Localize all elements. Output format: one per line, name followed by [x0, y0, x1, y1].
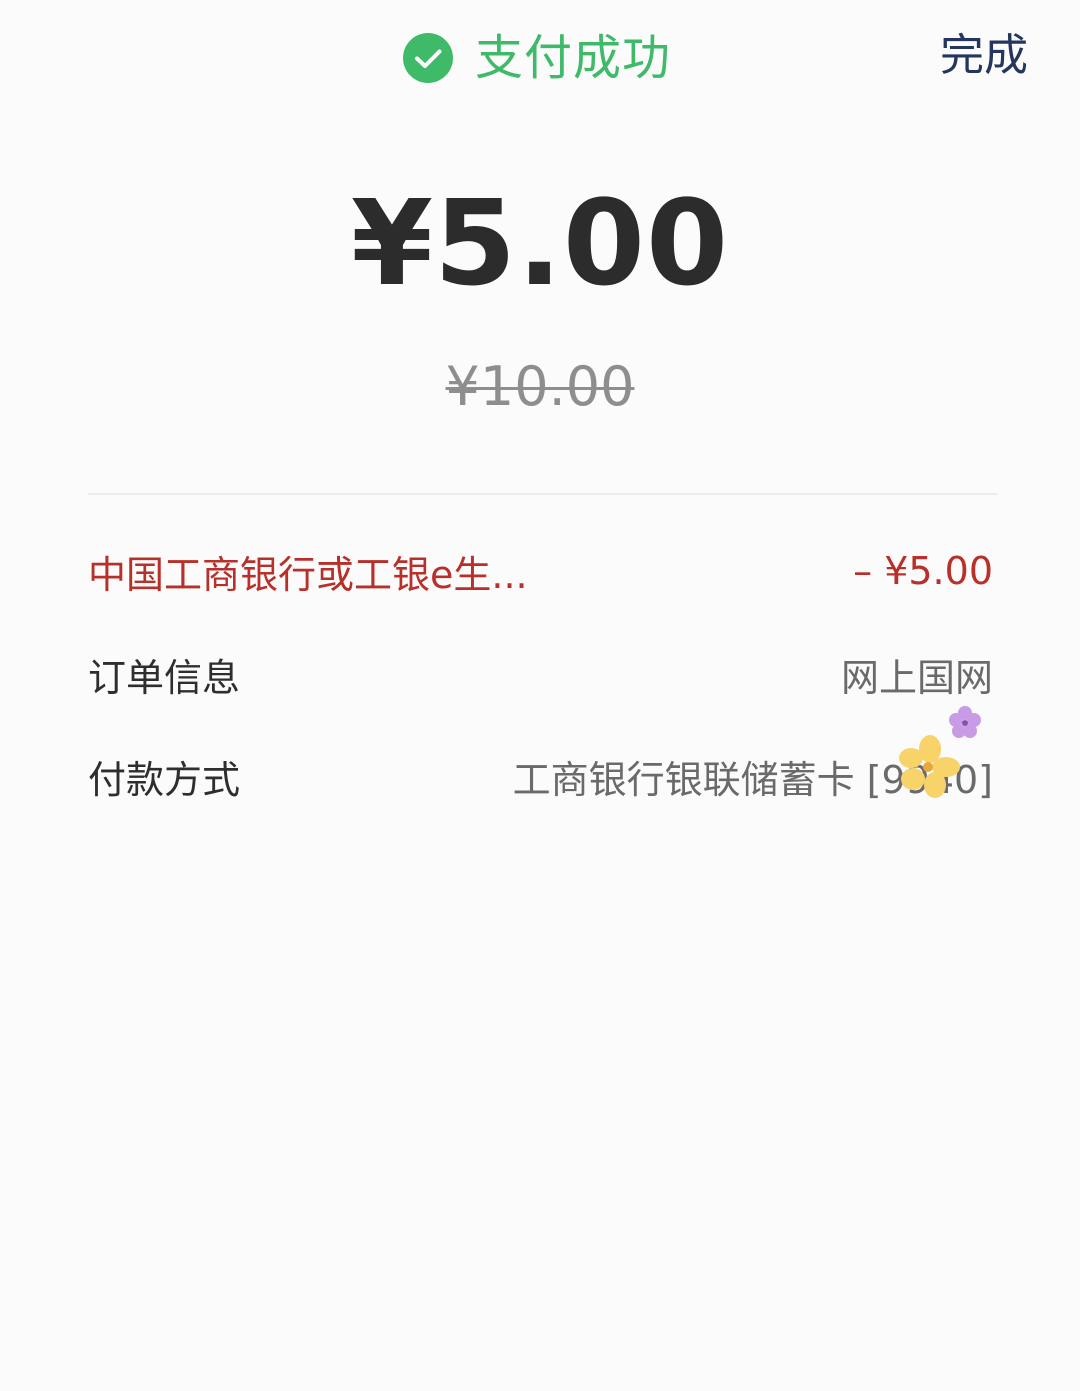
- payment-method-label: 付款方式: [88, 757, 241, 802]
- discount-label: 中国工商银行或工银e生...: [88, 552, 528, 597]
- order-info-label: 订单信息: [88, 655, 241, 700]
- discount-row: 中国工商银行或工银e生... – ¥5.00: [88, 541, 993, 601]
- payment-method-row: 付款方式 工商银行银联储蓄卡 [9940]: [88, 746, 993, 806]
- done-button[interactable]: 完成: [940, 26, 1028, 86]
- header-bar: 支付成功 完成: [0, 0, 1080, 120]
- original-amount: ¥10.00: [445, 355, 635, 418]
- check-circle-icon: [403, 33, 453, 83]
- yellow-flower-sticker-icon: [899, 735, 960, 798]
- order-info-row: 订单信息 网上国网: [88, 644, 993, 704]
- divider: [88, 493, 998, 495]
- discount-value: – ¥5.00: [853, 549, 993, 593]
- status-text: 支付成功: [475, 30, 672, 86]
- payment-status: 支付成功: [403, 28, 671, 88]
- order-info-value: 网上国网: [840, 655, 993, 700]
- paid-amount: ¥5.00: [350, 174, 730, 312]
